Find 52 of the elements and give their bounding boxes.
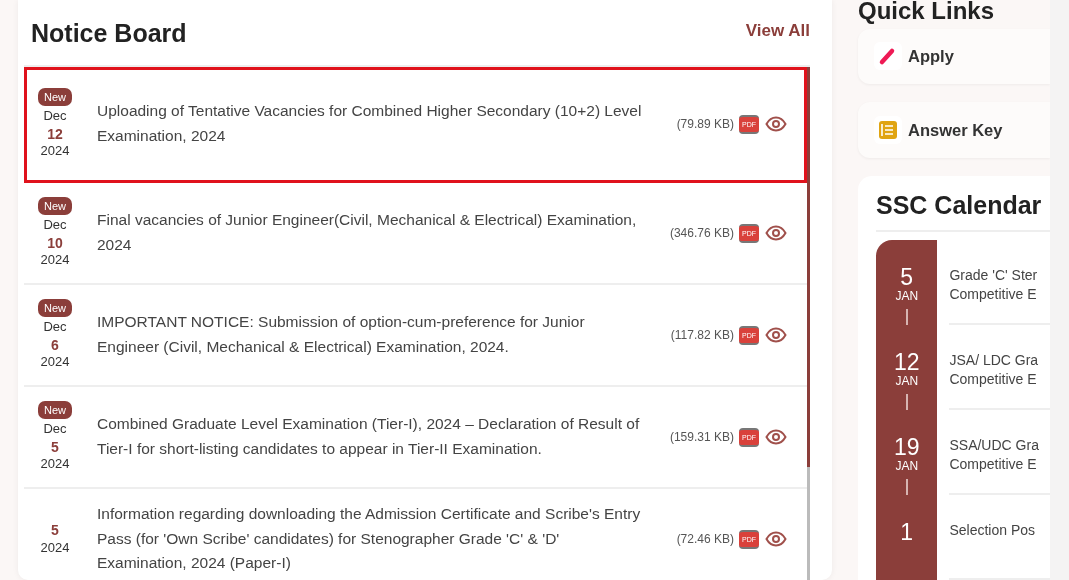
quick-link[interactable]: Apply bbox=[858, 28, 1050, 85]
event-title[interactable]: JSA/ LDC Gra Competitive E bbox=[949, 325, 1050, 389]
date-year: 2024 bbox=[40, 252, 70, 270]
event-title[interactable]: SSA/UDC Gra Competitive E bbox=[949, 410, 1050, 474]
file-size: (159.31 KB) bbox=[669, 429, 734, 446]
view-icon[interactable] bbox=[765, 429, 787, 445]
date-year: 2024 bbox=[40, 143, 70, 161]
view-icon[interactable] bbox=[765, 531, 787, 547]
date-day: 5 bbox=[51, 521, 59, 540]
view-all-link[interactable]: View All bbox=[745, 18, 810, 44]
date-month: Dec bbox=[43, 108, 67, 126]
file-size: (346.76 KB) bbox=[669, 225, 734, 242]
date-day: 12 bbox=[47, 125, 63, 144]
event-day: 12 bbox=[893, 351, 920, 374]
file-size: (79.89 KB) bbox=[676, 116, 734, 133]
quick-link[interactable]: Answer Key bbox=[858, 102, 1050, 158]
pencil-icon bbox=[874, 42, 902, 71]
date-month: Dec bbox=[43, 217, 67, 235]
date-year: 2024 bbox=[40, 456, 70, 474]
event-day: 19 bbox=[893, 436, 920, 459]
new-badge: New bbox=[38, 298, 72, 318]
date-year: 2024 bbox=[40, 539, 70, 557]
section-title: Notice Board bbox=[31, 18, 187, 48]
view-icon[interactable] bbox=[765, 116, 787, 132]
file-size: (117.82 KB) bbox=[670, 327, 734, 344]
file-size: (72.46 KB) bbox=[676, 531, 734, 548]
date-day: 6 bbox=[51, 336, 59, 355]
new-badge: New bbox=[38, 196, 72, 216]
event-month: JAN bbox=[895, 374, 919, 389]
notice-link[interactable]: Final vacancies of Junior Engineer(Civil, Mechanical & Electrical) Examination, 2024 bbox=[97, 208, 657, 258]
date-year: 2024 bbox=[40, 354, 70, 372]
view-icon[interactable] bbox=[765, 225, 787, 241]
date-day: 10 bbox=[47, 234, 63, 253]
scrollbar[interactable] bbox=[807, 67, 810, 580]
list-icon bbox=[874, 116, 902, 145]
new-badge: New bbox=[38, 400, 72, 420]
event-day: 1 bbox=[900, 521, 914, 544]
date-month: Dec bbox=[43, 421, 67, 439]
event-day: 5 bbox=[900, 266, 914, 289]
notice-link[interactable]: Information regarding downloading the Admission Certificate and Scribe's Entry Pass (for 'Own Scribe' candidates) for Stenographer Grade 'C' & 'D' Examination, 2024 (Paper-I) bbox=[97, 501, 657, 577]
notice-link[interactable]: Combined Graduate Level Examination (Tier-I), 2024 – Declaration of Result of Tier-I for short-listing candidates to appear in Tier-II Examination. bbox=[97, 412, 657, 462]
view-icon[interactable] bbox=[765, 327, 787, 343]
event-title[interactable]: Grade 'C' Ster Competitive E bbox=[949, 240, 1050, 304]
new-badge: New bbox=[38, 87, 72, 107]
event-month: JAN bbox=[895, 289, 919, 304]
date-month: Dec bbox=[43, 319, 67, 337]
section-title: Quick Links bbox=[858, 0, 996, 25]
date-day: 5 bbox=[51, 438, 59, 457]
notice-link[interactable]: Uploading of Tentative Vacancies for Combined Higher Secondary (10+2) Level Examination, 2024 bbox=[97, 99, 657, 149]
notice-link[interactable]: IMPORTANT NOTICE: Submission of option-cum-preference for Junior Engineer (Civil, Mechanical & Electrical) Examination, 2024. bbox=[97, 310, 657, 360]
event-title[interactable]: Selection Pos bbox=[949, 495, 1050, 540]
event-month: JAN bbox=[895, 459, 919, 474]
